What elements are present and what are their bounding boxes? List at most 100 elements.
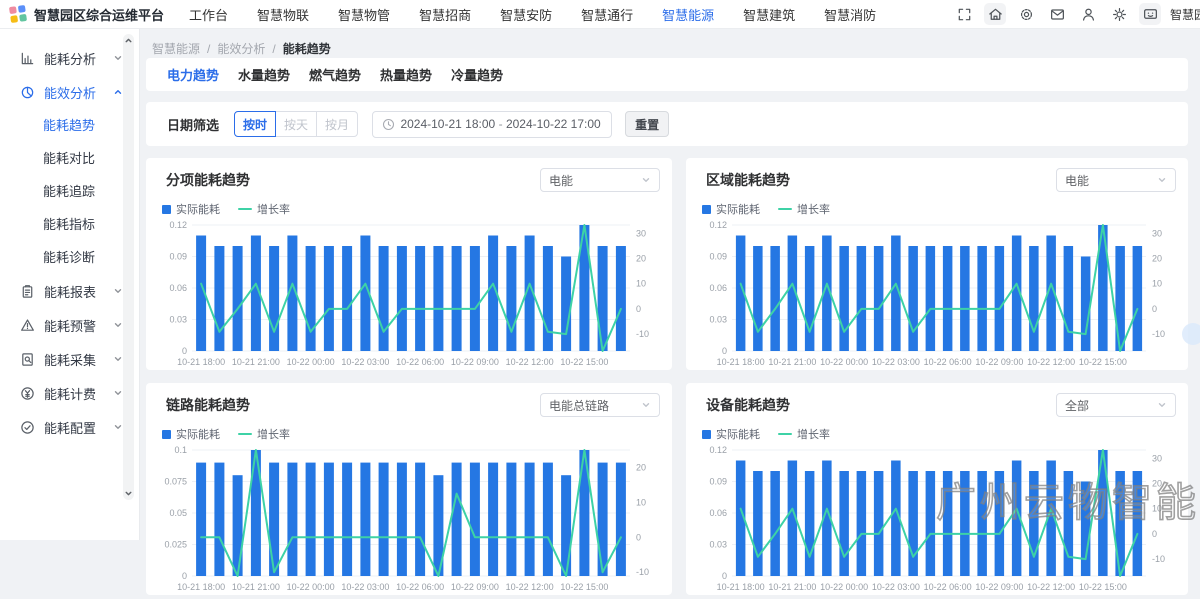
svg-text:0.03: 0.03: [169, 315, 187, 325]
tab-燃气趋势[interactable]: 燃气趋势: [309, 65, 361, 84]
svg-text:0.06: 0.06: [709, 508, 727, 518]
mode-button-按天[interactable]: 按天: [275, 111, 317, 137]
user-name[interactable]: 智慧园: [1170, 6, 1200, 23]
sidebar-item-能效分析[interactable]: 能效分析: [0, 75, 139, 109]
mode-button-按月[interactable]: 按月: [316, 111, 358, 137]
nav-item[interactable]: 智慧招商: [419, 5, 471, 24]
legend-item-line[interactable]: 增长率: [778, 426, 830, 442]
sidebar-item-能耗计费[interactable]: 能耗计费: [0, 376, 139, 410]
monitor-icon[interactable]: [1139, 3, 1161, 25]
fullscreen-icon[interactable]: [953, 3, 975, 25]
sidebar-item-label: 能耗采集: [44, 350, 96, 369]
scroll-down-icon[interactable]: [124, 489, 133, 498]
user-icon[interactable]: [1077, 3, 1099, 25]
billing-icon: [20, 385, 36, 401]
pie-chart-icon: [20, 84, 36, 100]
tab-电力趋势[interactable]: 电力趋势: [167, 65, 219, 84]
reset-button[interactable]: 重置: [625, 111, 669, 137]
nav-item[interactable]: 智慧能源: [662, 5, 714, 24]
sidebar-subitem-能耗诊断[interactable]: 能耗诊断: [0, 241, 139, 274]
date-start-value[interactable]: 2024-10-21 18:00: [399, 117, 497, 131]
scroll-up-icon[interactable]: [124, 36, 133, 45]
svg-text:10-22 15:00: 10-22 15:00: [1079, 357, 1127, 367]
nav-item[interactable]: 智慧物联: [257, 5, 309, 24]
home-icon[interactable]: [984, 3, 1006, 25]
nav-item[interactable]: 智慧通行: [581, 5, 633, 24]
svg-text:0.09: 0.09: [709, 252, 727, 262]
sidebar-item-能耗分析[interactable]: 能耗分析: [0, 41, 139, 75]
tab-水量趋势[interactable]: 水量趋势: [238, 65, 290, 84]
breadcrumb-item: 能耗趋势: [283, 40, 331, 57]
date-range-input[interactable]: 2024-10-21 18:00 - 2024-10-22 17:00: [372, 111, 612, 138]
select-value: 电能: [549, 172, 573, 189]
legend-item-bar[interactable]: 实际能耗: [162, 426, 220, 442]
chart-plot: 00.030.060.090.12-10010203010-21 18:0010…: [158, 219, 660, 374]
svg-text:0.03: 0.03: [709, 540, 727, 550]
nav-item[interactable]: 智慧建筑: [743, 5, 795, 24]
tab-冷量趋势[interactable]: 冷量趋势: [451, 65, 503, 84]
legend-item-bar[interactable]: 实际能耗: [162, 201, 220, 217]
sidebar-subitem-能耗趋势[interactable]: 能耗趋势: [0, 109, 139, 142]
svg-text:10-22 09:00: 10-22 09:00: [451, 357, 499, 367]
chart-type-select[interactable]: 全部: [1056, 393, 1176, 417]
legend-item-line[interactable]: 增长率: [238, 201, 290, 217]
settings-icon[interactable]: [1108, 3, 1130, 25]
breadcrumb-separator: /: [207, 42, 210, 56]
svg-text:10-22 09:00: 10-22 09:00: [975, 357, 1023, 367]
sidebar-subitem-能耗指标[interactable]: 能耗指标: [0, 208, 139, 241]
legend-line-swatch: [778, 433, 792, 435]
legend-item-line[interactable]: 增长率: [778, 201, 830, 217]
sidebar-item-能耗配置[interactable]: 能耗配置: [0, 410, 139, 444]
chart-card-链路能耗趋势: 链路能耗趋势电能总链路实际能耗增长率00.0250.050.0750.1-100…: [146, 383, 672, 595]
breadcrumb-item[interactable]: 能效分析: [217, 40, 265, 57]
date-filter-label: 日期筛选: [167, 115, 219, 134]
sidebar-scrollbar[interactable]: [123, 34, 134, 500]
chevron-down-icon: [113, 53, 123, 63]
breadcrumb-item[interactable]: 智慧能源: [152, 40, 200, 57]
chevron-down-icon: [113, 388, 123, 398]
tab-热量趋势[interactable]: 热量趋势: [380, 65, 432, 84]
chart-type-select[interactable]: 电能: [1056, 168, 1176, 192]
svg-text:0.06: 0.06: [709, 283, 727, 293]
sidebar-item-能耗采集[interactable]: 能耗采集: [0, 342, 139, 376]
svg-text:0.06: 0.06: [169, 283, 187, 293]
date-end-value[interactable]: 2024-10-22 17:00: [505, 117, 603, 131]
chart-type-select[interactable]: 电能: [540, 168, 660, 192]
legend-item-bar[interactable]: 实际能耗: [702, 426, 760, 442]
sidebar-subitem-能耗对比[interactable]: 能耗对比: [0, 142, 139, 175]
chart-type-select[interactable]: 电能总链路: [540, 393, 660, 417]
legend-item-line[interactable]: 增长率: [238, 426, 290, 442]
nav-item[interactable]: 智慧消防: [824, 5, 876, 24]
legend-line-label: 增长率: [797, 201, 830, 217]
svg-text:-10: -10: [1152, 329, 1165, 339]
report-icon: [20, 283, 36, 299]
sidebar-item-能耗报表[interactable]: 能耗报表: [0, 274, 139, 308]
nav-item[interactable]: 智慧安防: [500, 5, 552, 24]
mail-icon[interactable]: [1046, 3, 1068, 25]
svg-text:10-22 09:00: 10-22 09:00: [451, 582, 499, 592]
svg-text:-10: -10: [636, 567, 649, 577]
svg-text:10-22 03:00: 10-22 03:00: [341, 582, 389, 592]
chevron-down-icon: [113, 354, 123, 364]
svg-text:0.1: 0.1: [174, 445, 187, 455]
sidebar-subitem-能耗追踪[interactable]: 能耗追踪: [0, 175, 139, 208]
sidebar-item-能耗预警[interactable]: 能耗预警: [0, 308, 139, 342]
nav-item[interactable]: 工作台: [189, 5, 228, 24]
top-nav: 工作台 智慧物联 智慧物管 智慧招商 智慧安防 智慧通行 智慧能源 智慧建筑 智慧消防: [189, 5, 876, 24]
nav-item[interactable]: 智慧物管: [338, 5, 390, 24]
config-icon: [20, 419, 36, 435]
sidebar-item-label: 能耗分析: [44, 49, 96, 68]
svg-text:10-21 21:00: 10-21 21:00: [232, 357, 280, 367]
medal-icon[interactable]: [1015, 3, 1037, 25]
mode-button-按时[interactable]: 按时: [234, 111, 276, 137]
legend-line-label: 增长率: [257, 201, 290, 217]
sidebar-item-label: 能耗计费: [44, 384, 96, 403]
legend-item-bar[interactable]: 实际能耗: [702, 201, 760, 217]
floating-widget[interactable]: [1182, 323, 1200, 345]
chart-title: 设备能耗趋势: [698, 395, 790, 415]
legend-line-swatch: [238, 208, 252, 210]
svg-text:10-21 18:00: 10-21 18:00: [717, 357, 765, 367]
chevron-down-icon: [113, 320, 123, 330]
svg-text:10-22 12:00: 10-22 12:00: [1027, 582, 1075, 592]
svg-text:10-22 00:00: 10-22 00:00: [287, 357, 335, 367]
